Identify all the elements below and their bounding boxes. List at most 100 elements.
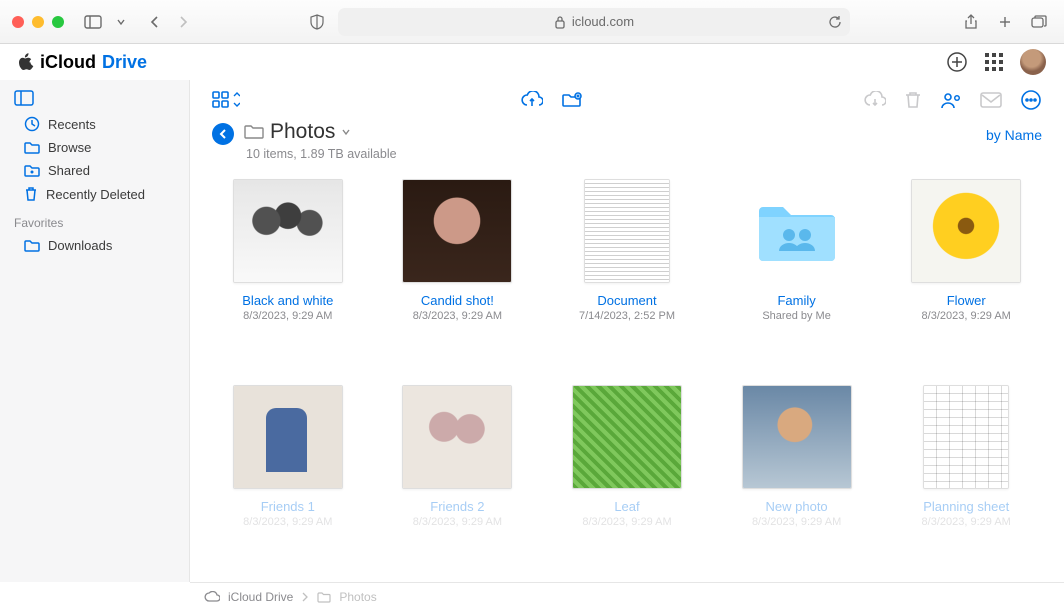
file-thumbnail <box>402 179 512 283</box>
sidebar-item-browse[interactable]: Browse <box>0 136 189 159</box>
breadcrumb: iCloud Drive Photos <box>190 582 1064 610</box>
sidebar-item-label: Recently Deleted <box>46 187 145 202</box>
nav-back-button[interactable] <box>142 11 168 33</box>
address-bar-host: icloud.com <box>572 14 634 29</box>
chevron-right-icon <box>301 592 309 602</box>
chevron-down-icon <box>341 127 351 137</box>
folder-icon <box>244 124 264 140</box>
file-meta: 8/3/2023, 9:29 AM <box>243 310 332 322</box>
new-folder-button[interactable] <box>561 91 583 109</box>
toolbar <box>190 80 1064 120</box>
file-name: Planning sheet <box>923 499 1009 514</box>
account-avatar[interactable] <box>1020 49 1046 75</box>
sort-button[interactable]: by Name <box>986 127 1042 143</box>
breadcrumb-leaf[interactable]: Photos <box>339 590 376 604</box>
sidebar-toggle-icon[interactable] <box>80 11 106 33</box>
file-item[interactable]: Flower8/3/2023, 9:29 AM <box>886 179 1046 369</box>
sidebar-item-label: Downloads <box>48 238 112 253</box>
sidebar-item-downloads[interactable]: Downloads <box>0 234 189 257</box>
minimize-window-button[interactable] <box>32 16 44 28</box>
sidebar-item-label: Recents <box>48 117 96 132</box>
folder-title[interactable]: Photos <box>244 120 351 144</box>
sidebar-item-recently-deleted[interactable]: Recently Deleted <box>0 182 189 206</box>
sidebar-favorites-header: Favorites <box>0 206 189 234</box>
shield-icon[interactable] <box>304 11 330 33</box>
brand[interactable]: iCloud Drive <box>18 52 147 73</box>
file-name: New photo <box>766 499 828 514</box>
content-area: Photos by Name 10 items, 1.89 TB availab… <box>190 80 1064 582</box>
upload-button[interactable] <box>521 91 543 109</box>
cloud-icon <box>204 591 220 603</box>
sidebar-icon <box>14 90 34 106</box>
trash-icon <box>904 90 922 110</box>
file-thumbnail <box>911 179 1021 283</box>
reload-icon[interactable] <box>828 15 842 29</box>
cloud-upload-icon <box>521 91 543 109</box>
sidebar-item-recents[interactable]: Recents <box>0 112 189 136</box>
file-meta: 8/3/2023, 9:29 AM <box>243 516 332 528</box>
folder-subtitle: 10 items, 1.89 TB available <box>190 147 1064 173</box>
file-thumbnail <box>742 179 852 283</box>
new-folder-icon <box>561 91 583 109</box>
delete-button[interactable] <box>904 90 922 110</box>
folder-icon <box>317 591 331 603</box>
chevron-down-icon[interactable] <box>108 11 134 33</box>
collaborate-icon <box>940 90 962 110</box>
file-item[interactable]: Friends 28/3/2023, 9:29 AM <box>378 385 538 575</box>
file-item[interactable]: Candid shot!8/3/2023, 9:29 AM <box>378 179 538 369</box>
email-button[interactable] <box>980 92 1002 108</box>
tabs-overview-icon[interactable] <box>1026 11 1052 33</box>
window-controls <box>12 16 64 28</box>
download-button[interactable] <box>864 91 886 109</box>
sidebar-item-label: Shared <box>48 163 90 178</box>
sidebar-collapse-button[interactable] <box>0 86 189 112</box>
file-item[interactable]: Black and white 8/3/2023, 9:29 AM <box>208 179 368 369</box>
sidebar-item-shared[interactable]: Shared <box>0 159 189 182</box>
chevron-left-icon <box>217 128 229 140</box>
file-thumbnail <box>923 385 1009 489</box>
close-window-button[interactable] <box>12 16 24 28</box>
brand-name: iCloud <box>40 52 96 73</box>
apple-logo-icon <box>18 53 34 71</box>
file-thumbnail <box>742 385 852 489</box>
view-options-button[interactable] <box>212 91 240 109</box>
grid-view-icon <box>212 91 240 109</box>
maximize-window-button[interactable] <box>52 16 64 28</box>
create-button[interactable] <box>946 51 968 73</box>
trash-icon <box>24 186 38 202</box>
file-name: Black and white <box>242 293 333 308</box>
sidebar: Recents Browse Shared Recently Deleted F… <box>0 80 190 582</box>
folder-icon <box>24 239 40 253</box>
file-name: Candid shot! <box>421 293 494 308</box>
file-thumbnail <box>233 179 343 283</box>
grid-icon <box>984 52 1004 72</box>
file-thumbnail <box>233 385 343 489</box>
app-launcher-button[interactable] <box>984 52 1004 72</box>
file-item[interactable]: Planning sheet8/3/2023, 9:29 AM <box>886 385 1046 575</box>
file-item[interactable]: FamilyShared by Me <box>717 179 877 369</box>
file-item[interactable]: Document7/14/2023, 2:52 PM <box>547 179 707 369</box>
file-item[interactable]: Leaf8/3/2023, 9:29 AM <box>547 385 707 575</box>
share-file-button[interactable] <box>940 90 962 110</box>
file-thumbnail <box>584 179 670 283</box>
file-item[interactable]: New photo8/3/2023, 9:29 AM <box>717 385 877 575</box>
file-name: Document <box>597 293 656 308</box>
back-button[interactable] <box>212 123 234 145</box>
new-tab-icon[interactable] <box>992 11 1018 33</box>
app-header: iCloud Drive <box>0 44 1064 80</box>
file-item[interactable]: Friends 1 8/3/2023, 9:29 AM <box>208 385 368 575</box>
file-thumbnail <box>572 385 682 489</box>
clock-icon <box>24 116 40 132</box>
file-meta: 8/3/2023, 9:29 AM <box>922 310 1011 322</box>
breadcrumb-root[interactable]: iCloud Drive <box>228 590 293 604</box>
browser-chrome: icloud.com <box>0 0 1064 44</box>
file-meta: Shared by Me <box>762 310 830 322</box>
sidebar-item-label: Browse <box>48 140 91 155</box>
share-icon[interactable] <box>958 11 984 33</box>
address-bar[interactable]: icloud.com <box>338 8 850 36</box>
ellipsis-circle-icon <box>1020 89 1042 111</box>
more-options-button[interactable] <box>1020 89 1042 111</box>
file-name: Friends 1 <box>261 499 315 514</box>
nav-forward-button[interactable] <box>170 11 196 33</box>
folder-icon <box>24 141 40 155</box>
